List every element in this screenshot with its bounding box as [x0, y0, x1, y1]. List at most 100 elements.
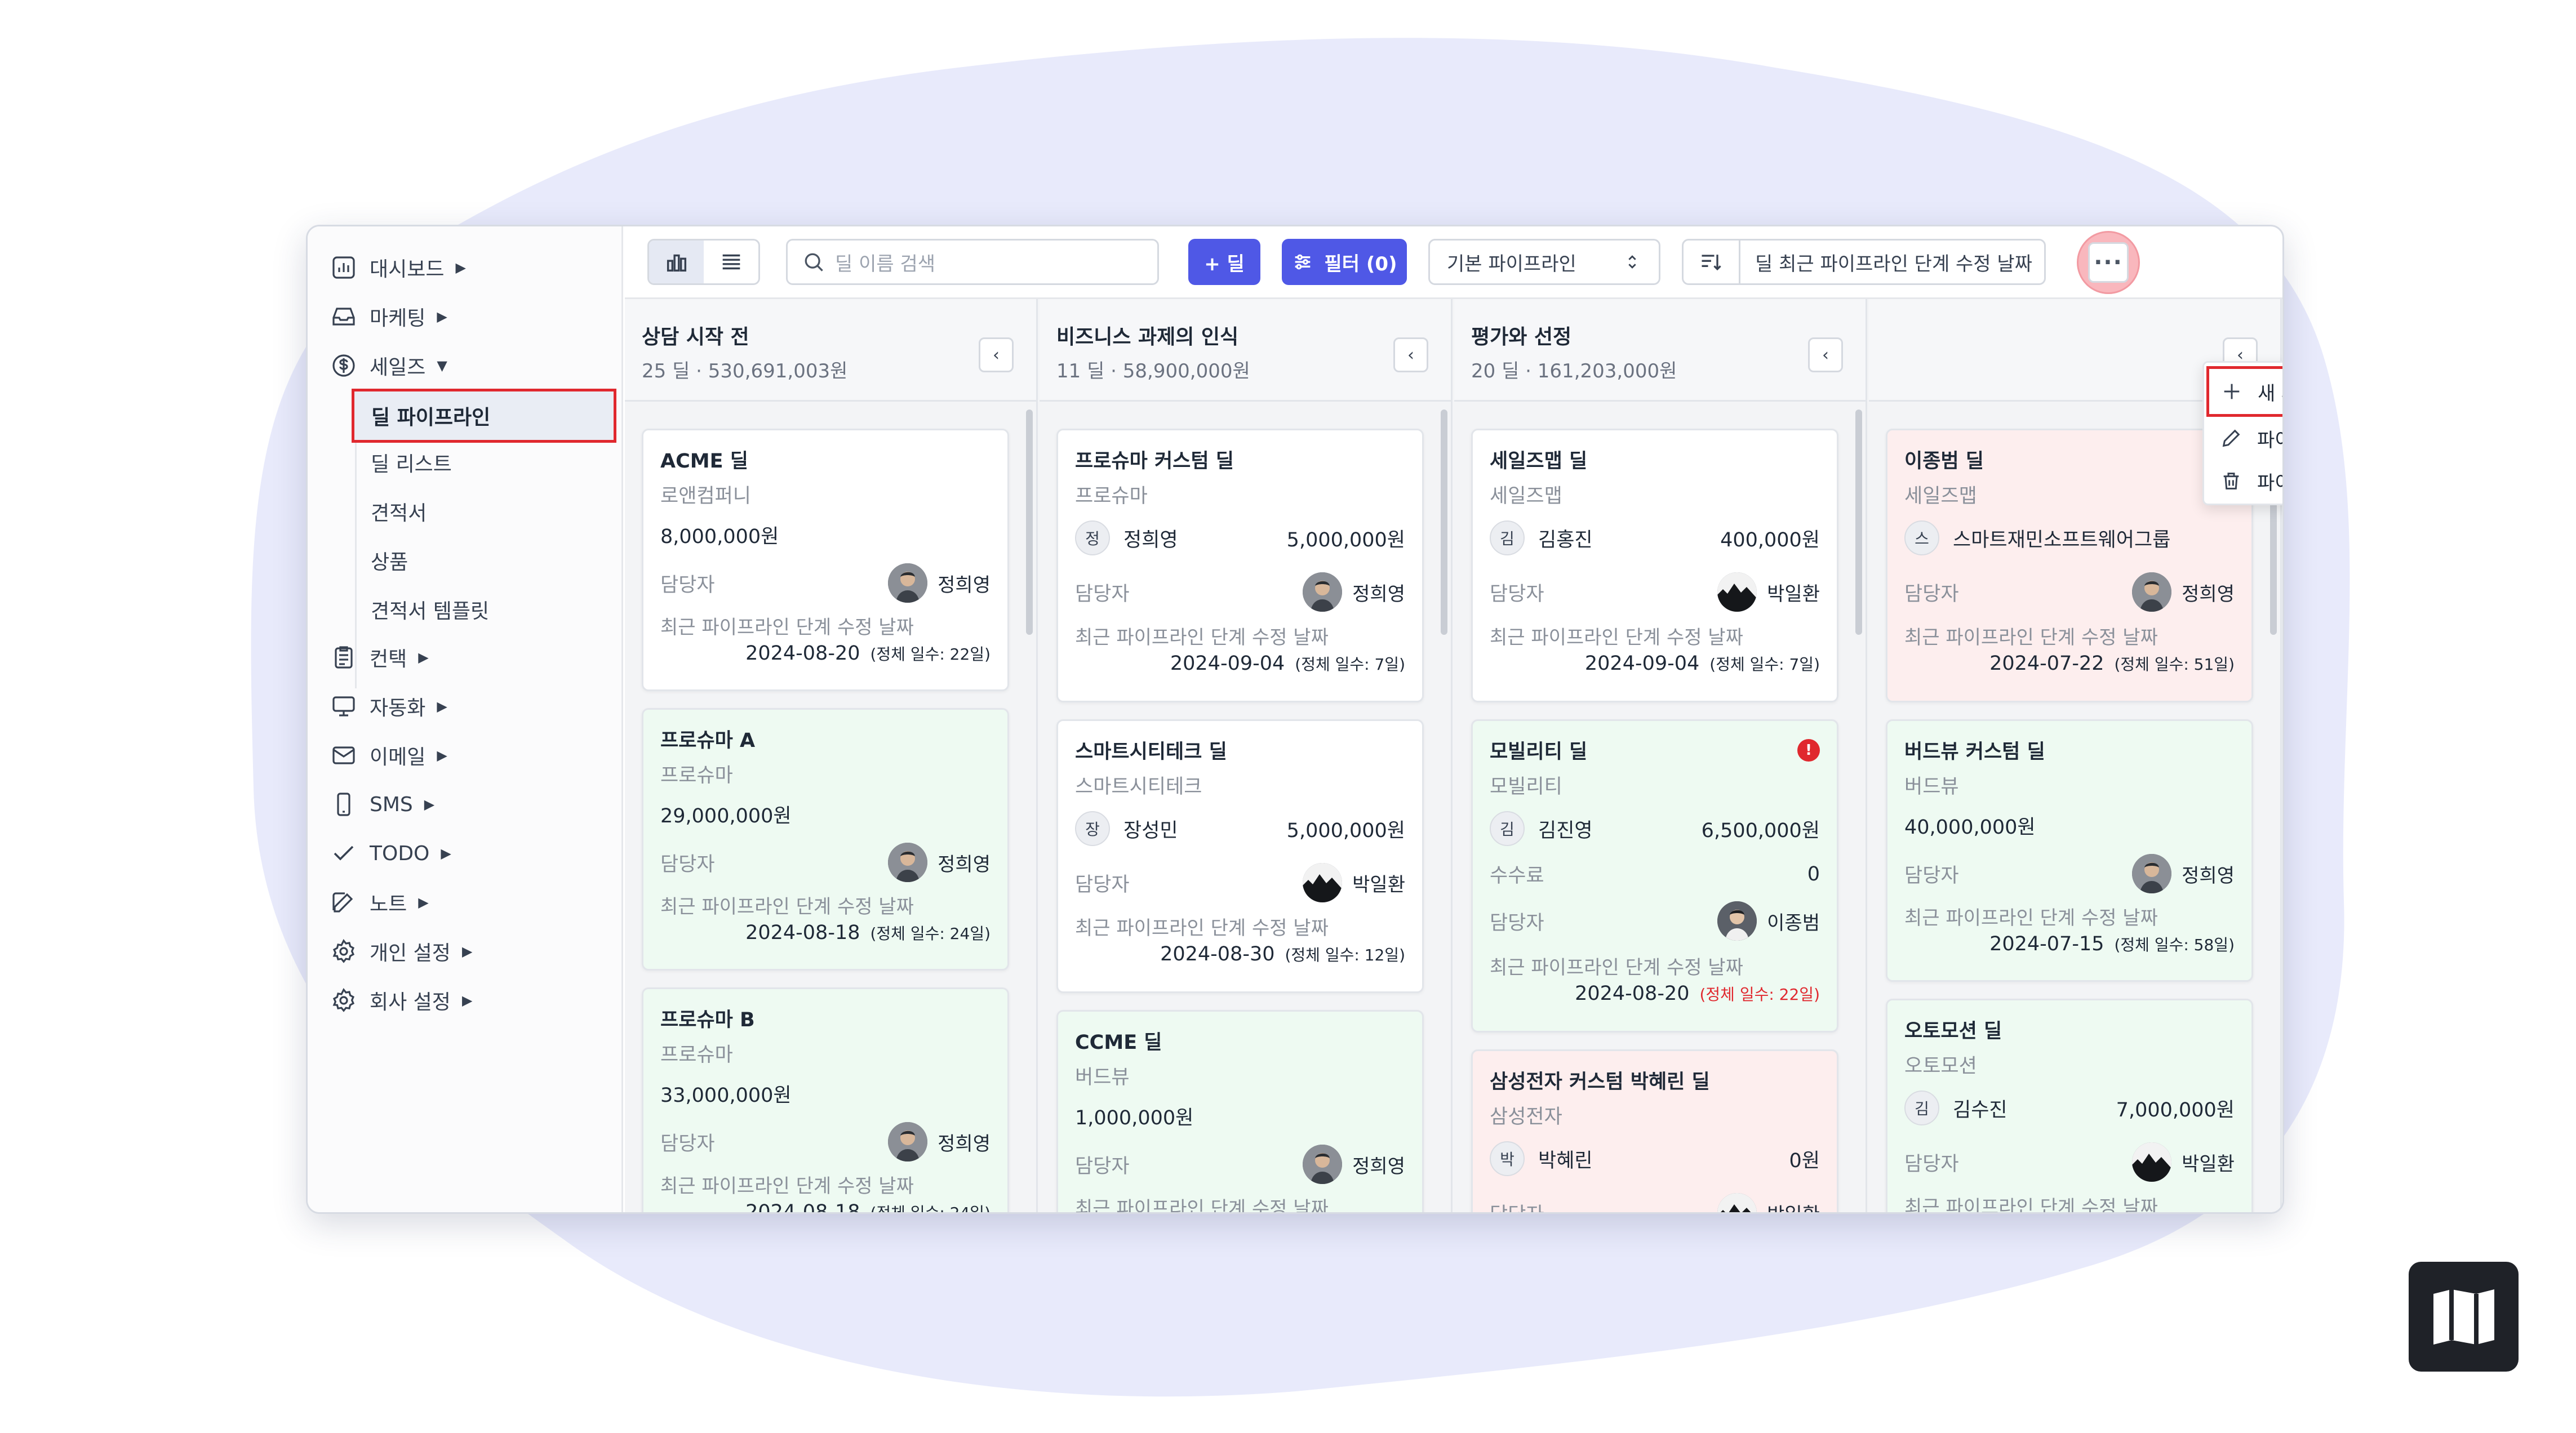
contact[interactable]: 김 김수진 [1904, 1091, 2007, 1125]
deal-title: 오토모션 딜 [1904, 1020, 2002, 1043]
contact[interactable]: 스 스마트재민소프트웨어그룹 [1904, 520, 2170, 555]
date-label: 최근 파이프라인 단계 수정 날짜 [660, 896, 914, 918]
owner[interactable]: 박일환 [1717, 572, 1820, 612]
deal-card[interactable]: 프로슈마 커스텀 딜 프로슈마 정 정희영 5,000,000원 담당자 정희영 최… [1056, 429, 1424, 702]
sidebar-item-marketing[interactable]: 마케팅 ▶ [330, 297, 447, 336]
deal-title: 스마트시티테크 딜 [1075, 741, 1227, 763]
owner-label: 담당자 [1490, 1199, 1544, 1213]
sidebar-item-contacts[interactable]: 컨택 ▶ [330, 638, 429, 677]
check-icon [334, 845, 354, 861]
collapse-column-button[interactable]: ‹ [979, 337, 1014, 372]
sidebar-item-todo[interactable]: TODO ▶ [330, 834, 451, 873]
deal-card[interactable]: 오토모션 딜 오토모션 김 김수진 7,000,000원 담당자 박일환 최근 파이… [1886, 999, 2253, 1214]
edit-pipeline-menu-item[interactable]: 파이프라인 수정 [2209, 417, 2282, 460]
fee-label: 수수료 [1490, 865, 1544, 887]
company-name: 삼성전자 [1490, 1106, 1562, 1128]
sidebar-item-notes[interactable]: 노트 ▶ [330, 883, 429, 922]
contact[interactable]: 박 박혜린 [1490, 1141, 1593, 1176]
owner-label: 담당자 [1904, 582, 1959, 606]
stale-days: (정체 일수: 24일) [870, 924, 991, 943]
sidebar-item-label: 마케팅 [370, 307, 426, 330]
deal-card[interactable]: 삼성전자 커스텀 박혜린 딜 삼성전자 박박혜린 0원 담당자 박일환 [1471, 1049, 1838, 1213]
deal-card[interactable]: 프로슈마 A 프로슈마 29,000,000원 담당자 정희영 최근 파이프라인… [642, 708, 1009, 971]
sidebar-subitem-deal-list[interactable]: 딜 리스트 [371, 444, 452, 480]
kanban-view-button[interactable] [649, 241, 704, 283]
owner[interactable]: 정희영 [888, 843, 991, 882]
deal-card[interactable]: CCME 딜 버드뷰 1,000,000원 담당자 정희영 최근 파이프라인 단… [1056, 1010, 1424, 1212]
avatar [888, 563, 928, 603]
add-deal-button[interactable]: + 딜 [1188, 239, 1260, 285]
stage-date: 2024-08-20 [745, 642, 860, 665]
filter-button[interactable]: 필터 (0) [1282, 239, 1407, 285]
sidebar-subitem-quotes[interactable]: 견적서 [371, 493, 427, 529]
column-scrollbar[interactable] [1855, 410, 1862, 635]
stage-date: 2024-08-18 [745, 922, 860, 944]
collapse-column-button[interactable]: ‹ [1393, 337, 1428, 372]
owner[interactable]: 박일환 [1717, 1193, 1820, 1212]
owner[interactable]: 정희영 [888, 1122, 991, 1161]
deal-amount: 29,000,000원 [660, 805, 792, 827]
sidebar-item-sms[interactable]: SMS ▶ [330, 785, 434, 824]
delete-pipeline-menu-item[interactable]: 파이프라인 삭제 [2209, 460, 2282, 502]
owner-label: 담당자 [1904, 1152, 1959, 1176]
sidebar-item-sales[interactable]: 세일즈 ▼ [330, 346, 447, 385]
sort-direction-button[interactable] [1682, 239, 1740, 285]
search-icon [805, 253, 823, 272]
deal-card[interactable]: 모빌리티 딜! 모빌리티 김 김진영 6,500,000원 수수료 0 담당자 이종범… [1471, 719, 1838, 1033]
sidebar-item-personal-settings[interactable]: 개인 설정 ▶ [330, 932, 472, 971]
company-name: 프로슈마 [1075, 485, 1148, 508]
sidebar-item-label: 노트 [370, 893, 407, 916]
deal-card[interactable]: 버드뷰 커스텀 딜 버드뷰 40,000,000원 담당자 정희영 최근 파이프… [1886, 719, 2253, 982]
more-options-button[interactable]: ··· [2077, 231, 2140, 294]
owner-label: 담당자 [1075, 1155, 1130, 1178]
owner[interactable]: 이종범 [1717, 901, 1820, 941]
contact-initial: 박 [1490, 1141, 1525, 1176]
search-input[interactable]: 딜 이름 검색 [786, 239, 1159, 285]
column-scrollbar[interactable] [1441, 410, 1447, 635]
deal-card[interactable]: 스마트시티테크 딜 스마트시티테크 장 장성민 5,000,000원 담당자 박일환… [1056, 719, 1424, 993]
sidebar-subitem-deal-pipeline[interactable]: 딜 파이프라인 [352, 389, 616, 443]
deal-card[interactable]: 이종범 딜 세일즈맵 스 스마트재민소프트웨어그룹 담당자 정희영 최근 파이프라… [1886, 429, 2253, 702]
sidebar-item-label: 이메일 [370, 746, 426, 769]
list-view-button[interactable] [704, 241, 758, 283]
deal-title: 세일즈맵 딜 [1490, 450, 1588, 473]
contact[interactable]: 김 김홍진 [1490, 520, 1593, 555]
owner[interactable]: 정희영 [1303, 1145, 1405, 1184]
sidebar-subitem-quote-templates[interactable]: 견적서 템플릿 [371, 591, 489, 628]
owner[interactable]: 정희영 [2132, 572, 2235, 612]
deal-amount: 400,000원 [1720, 528, 1820, 551]
date-label: 최근 파이프라인 단계 수정 날짜 [1904, 1196, 2158, 1214]
contact[interactable]: 정 정희영 [1075, 520, 1178, 555]
sidebar-subitem-products[interactable]: 상품 [371, 542, 408, 578]
owner[interactable]: 정희영 [888, 563, 991, 603]
deal-amount: 8,000,000원 [660, 526, 779, 548]
owner[interactable]: 정희영 [2132, 854, 2235, 893]
sort-select[interactable]: 딜 최근 파이프라인 단계 수정 날짜 [1739, 239, 2046, 285]
column-title: 평가와 선정 [1471, 326, 1572, 349]
sidebar-item-email[interactable]: 이메일 ▶ [330, 736, 447, 775]
sidebar-item-company-settings[interactable]: 회사 설정 ▶ [330, 981, 472, 1020]
edit-icon [332, 892, 353, 913]
new-pipeline-menu-item[interactable]: 새 파이프라인 [2206, 366, 2282, 417]
contact[interactable]: 장 장성민 [1075, 811, 1178, 846]
contact[interactable]: 김 김진영 [1490, 811, 1593, 846]
owner[interactable]: 박일환 [2132, 1142, 2235, 1182]
owner[interactable]: 박일환 [1303, 863, 1405, 902]
sidebar-item-label: 자동화 [370, 697, 426, 720]
contact-initial: 김 [1490, 811, 1525, 846]
deal-card[interactable]: ACME 딜 로앤컴퍼니 8,000,000원 담당자 정희영 최근 파이프라인… [642, 429, 1009, 691]
collapse-column-button[interactable]: ‹ [1808, 337, 1843, 372]
sidebar-item-automation[interactable]: 자동화 ▶ [330, 687, 447, 726]
deal-card[interactable]: 세일즈맵 딜 세일즈맵 김 김홍진 400,000원 담당자 박일환 최근 파이프라… [1471, 429, 1838, 702]
contact-initial: 김 [1490, 520, 1525, 555]
expand-arrow-icon: ▶ [418, 894, 429, 910]
column-scrollbar[interactable] [1026, 410, 1033, 635]
sidebar-item-dashboard[interactable]: 대시보드 ▶ [330, 248, 466, 287]
pipeline-select[interactable]: 기본 파이프라인 [1428, 239, 1660, 285]
owner[interactable]: 정희영 [1303, 572, 1405, 612]
deal-title: 삼성전자 커스텀 박혜린 딜 [1490, 1071, 1710, 1093]
pipeline-column: 상담 시작 전 25 딜 · 530,691,003원 ‹ ACME 딜 로앤컴… [625, 299, 1038, 1212]
owner-label: 담당자 [660, 1132, 715, 1155]
deal-card[interactable]: 프로슈마 B 프로슈마 33,000,000원 담당자 정희영 최근 파이프라인… [642, 987, 1009, 1212]
date-label: 최근 파이프라인 단계 수정 날짜 [1075, 917, 1329, 940]
